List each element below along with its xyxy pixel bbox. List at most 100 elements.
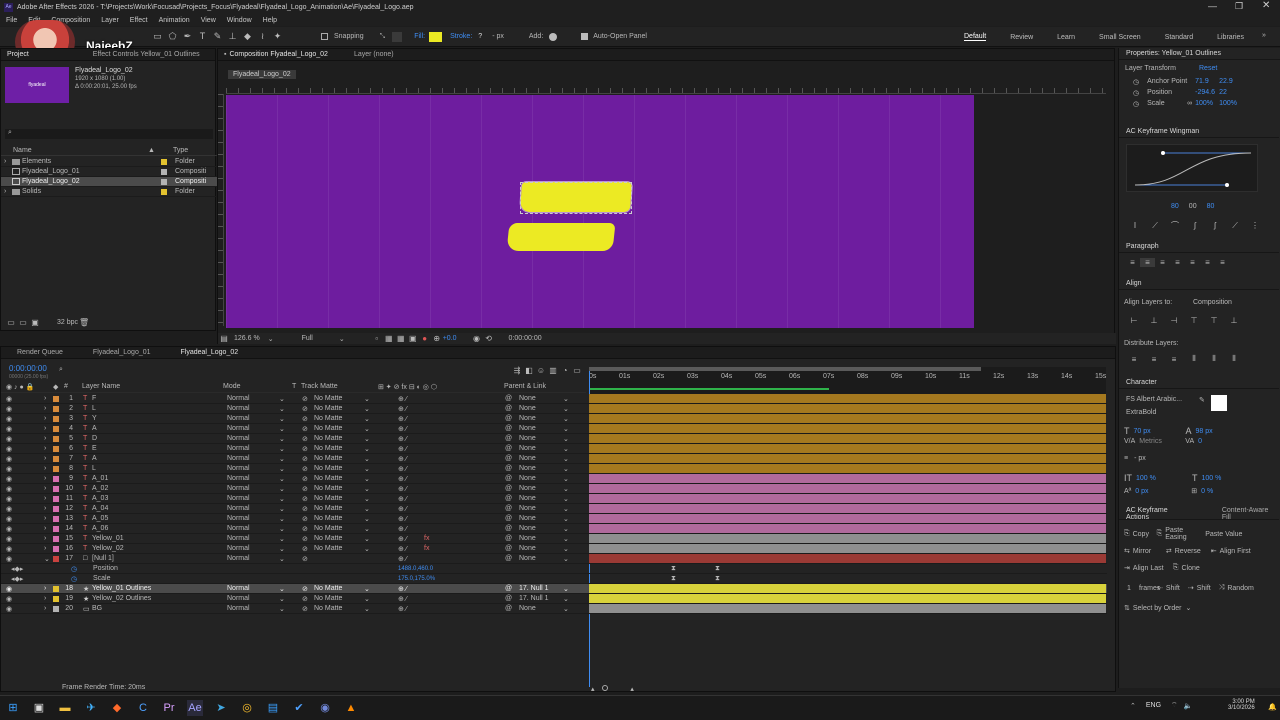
layer-switches-icon[interactable]: ⊕ ⁄: [398, 505, 407, 513]
layer-row[interactable]: ◉ › 18 ★ Yellow_01 Outlines Normal ⌄ ⊘ N…: [1, 584, 1107, 594]
matte-dropdown-icon[interactable]: ⌄: [364, 415, 370, 423]
keyframe-icon[interactable]: ⧗: [671, 565, 676, 573]
matte-link-icon[interactable]: ⊘: [302, 475, 308, 483]
align-right-icon[interactable]: ≡: [1155, 258, 1170, 267]
timeline-search-input[interactable]: ⌕: [59, 366, 509, 374]
parent-dropdown-icon[interactable]: ⌄: [563, 595, 569, 603]
align-vcenter-icon[interactable]: ⊤: [1204, 316, 1224, 325]
pick-whip-icon[interactable]: @: [505, 515, 512, 522]
menu-help[interactable]: Help: [263, 17, 277, 24]
matte-link-icon[interactable]: ⊘: [302, 525, 308, 533]
menu-animation[interactable]: Animation: [159, 17, 190, 24]
tab-composition[interactable]: Composition Flyadeal_Logo_02: [229, 51, 327, 58]
layer-name[interactable]: A_04: [92, 505, 108, 512]
eye-icon[interactable]: ◉: [6, 445, 12, 453]
parent-dropdown[interactable]: None: [519, 475, 536, 482]
horizontal-scale[interactable]: 100 %: [1202, 475, 1222, 482]
font-style-dropdown[interactable]: ExtraBold: [1126, 409, 1156, 416]
label-swatch[interactable]: [53, 425, 59, 432]
menu-window[interactable]: Window: [227, 17, 252, 24]
parent-dropdown-icon[interactable]: ⌄: [563, 515, 569, 523]
layer-name[interactable]: F: [92, 395, 96, 402]
layer-row[interactable]: ◉ › 3 T Y Normal ⌄ ⊘ No Matte ⌄ ⊕ ⁄ @ No…: [1, 414, 1107, 424]
expand-icon[interactable]: ›: [44, 605, 46, 612]
layer-duration-bar[interactable]: [589, 394, 1106, 403]
ease-out-value[interactable]: 80: [1207, 203, 1215, 210]
track-matte-dropdown[interactable]: No Matte: [314, 515, 342, 522]
frames-unit[interactable]: frames: [1139, 585, 1160, 592]
matte-link-icon[interactable]: ⊘: [302, 465, 308, 473]
property-row[interactable]: ◂◆▸ ◷ Position 1488.0,460.0 ⧗ ⧗: [1, 564, 1107, 574]
layer-switches-icon[interactable]: ⊕ ⁄: [398, 425, 407, 433]
mode-dropdown-icon[interactable]: ⌄: [279, 505, 285, 513]
matte-dropdown-icon[interactable]: ⌄: [364, 425, 370, 433]
keyframe-icon[interactable]: ⧗: [715, 575, 720, 583]
eraser-icon[interactable]: ◆: [242, 31, 253, 42]
eye-icon[interactable]: ◉: [6, 395, 12, 403]
matte-dropdown-icon[interactable]: ⌄: [364, 445, 370, 453]
layer-row[interactable]: ◉ › 12 T A_04 Normal ⌄ ⊘ No Matte ⌄ ⊕ ⁄ …: [1, 504, 1107, 514]
tab-flyadeal-logo-02[interactable]: Flyadeal_Logo_02: [181, 349, 239, 356]
pick-whip-icon[interactable]: @: [505, 505, 512, 512]
blend-mode-dropdown[interactable]: Normal: [227, 495, 250, 502]
shift-right-button[interactable]: Shift: [1197, 585, 1219, 592]
eye-icon[interactable]: ◉: [6, 425, 12, 433]
reverse-button[interactable]: Reverse: [1175, 548, 1211, 555]
track-matte-dropdown[interactable]: No Matte: [314, 425, 342, 432]
justify-left-icon[interactable]: ≡: [1170, 258, 1185, 267]
maximize-button[interactable]: ❐: [1235, 1, 1243, 12]
layer-name[interactable]: A_05: [92, 515, 108, 522]
pick-whip-icon[interactable]: @: [505, 395, 512, 402]
shy-icon[interactable]: ☺: [535, 366, 547, 375]
stopwatch-icon[interactable]: ◷: [1133, 100, 1139, 108]
eye-icon[interactable]: ◉: [6, 535, 12, 543]
blend-mode-dropdown[interactable]: Normal: [227, 425, 250, 432]
time-ruler[interactable]: 0s 01s 02s 03s 04s 05s 06s 07s 08s 09s 1…: [589, 367, 1106, 395]
track-matte-dropdown[interactable]: No Matte: [314, 395, 342, 402]
yellow-stripe-bottom[interactable]: [506, 223, 616, 251]
layer-switches-icon[interactable]: ⊕ ⁄: [398, 475, 407, 483]
layer-row[interactable]: ◉ › 9 T A_01 Normal ⌄ ⊘ No Matte ⌄ ⊕ ⁄ @…: [1, 474, 1107, 484]
eye-icon[interactable]: ◉: [6, 555, 12, 563]
workspace-small-screen[interactable]: Small Screen: [1099, 34, 1141, 41]
align-top-edges-icon[interactable]: ⊤: [1184, 316, 1204, 325]
leading[interactable]: 98 px: [1196, 428, 1213, 435]
layer-switches-icon[interactable]: ⊕ ⁄: [398, 545, 407, 553]
matte-link-icon[interactable]: ⊘: [302, 435, 308, 443]
keyframe-icon[interactable]: ⧗: [671, 575, 676, 583]
telegram-icon[interactable]: ➤: [213, 700, 229, 716]
kerning[interactable]: Metrics: [1139, 438, 1177, 445]
label-swatch[interactable]: [53, 495, 59, 502]
track-matte-header[interactable]: Track Matte: [301, 383, 338, 390]
keyframe-nav-icon[interactable]: ◂◆▸: [11, 565, 23, 573]
parent-dropdown-icon[interactable]: ⌄: [563, 605, 569, 613]
resolution-dropdown[interactable]: Full: [302, 335, 313, 342]
layer-name[interactable]: A_02: [92, 485, 108, 492]
parent-dropdown-icon[interactable]: ⌄: [563, 545, 569, 553]
stroke-width[interactable]: - px: [492, 33, 504, 40]
label-swatch[interactable]: [53, 485, 59, 492]
parent-dropdown[interactable]: None: [519, 455, 536, 462]
eye-icon[interactable]: ◉: [6, 455, 12, 463]
mask-visibility-icon[interactable]: ▣: [407, 334, 419, 343]
ease-in-value[interactable]: 80: [1171, 203, 1179, 210]
resolution-dropdown-icon[interactable]: ⌄: [339, 335, 345, 343]
layer-name[interactable]: L: [92, 465, 96, 472]
layer-duration-bar[interactable]: [589, 594, 1106, 603]
workspace-standard[interactable]: Standard: [1165, 34, 1193, 41]
parent-dropdown[interactable]: None: [519, 415, 536, 422]
project-item[interactable]: › Elements Folder: [1, 157, 217, 167]
justify-all-icon[interactable]: ≡: [1215, 258, 1230, 267]
label-swatch[interactable]: [53, 415, 59, 422]
layer-switches-icon[interactable]: ⊕ ⁄: [398, 485, 407, 493]
select-by-order-button[interactable]: Select by Order: [1133, 605, 1182, 612]
ease-out-icon[interactable]: ⌒: [1165, 220, 1185, 231]
region-of-interest-icon[interactable]: ▫: [371, 334, 383, 343]
stopwatch-icon[interactable]: ◷: [71, 565, 77, 573]
parent-dropdown-icon[interactable]: ⌄: [563, 585, 569, 593]
parent-dropdown[interactable]: 17. Null 1: [519, 585, 549, 592]
layer-name[interactable]: A_06: [92, 525, 108, 532]
workspace-learn[interactable]: Learn: [1057, 34, 1075, 41]
mode-dropdown-icon[interactable]: ⌄: [279, 425, 285, 433]
tsume[interactable]: 0 %: [1201, 488, 1213, 495]
